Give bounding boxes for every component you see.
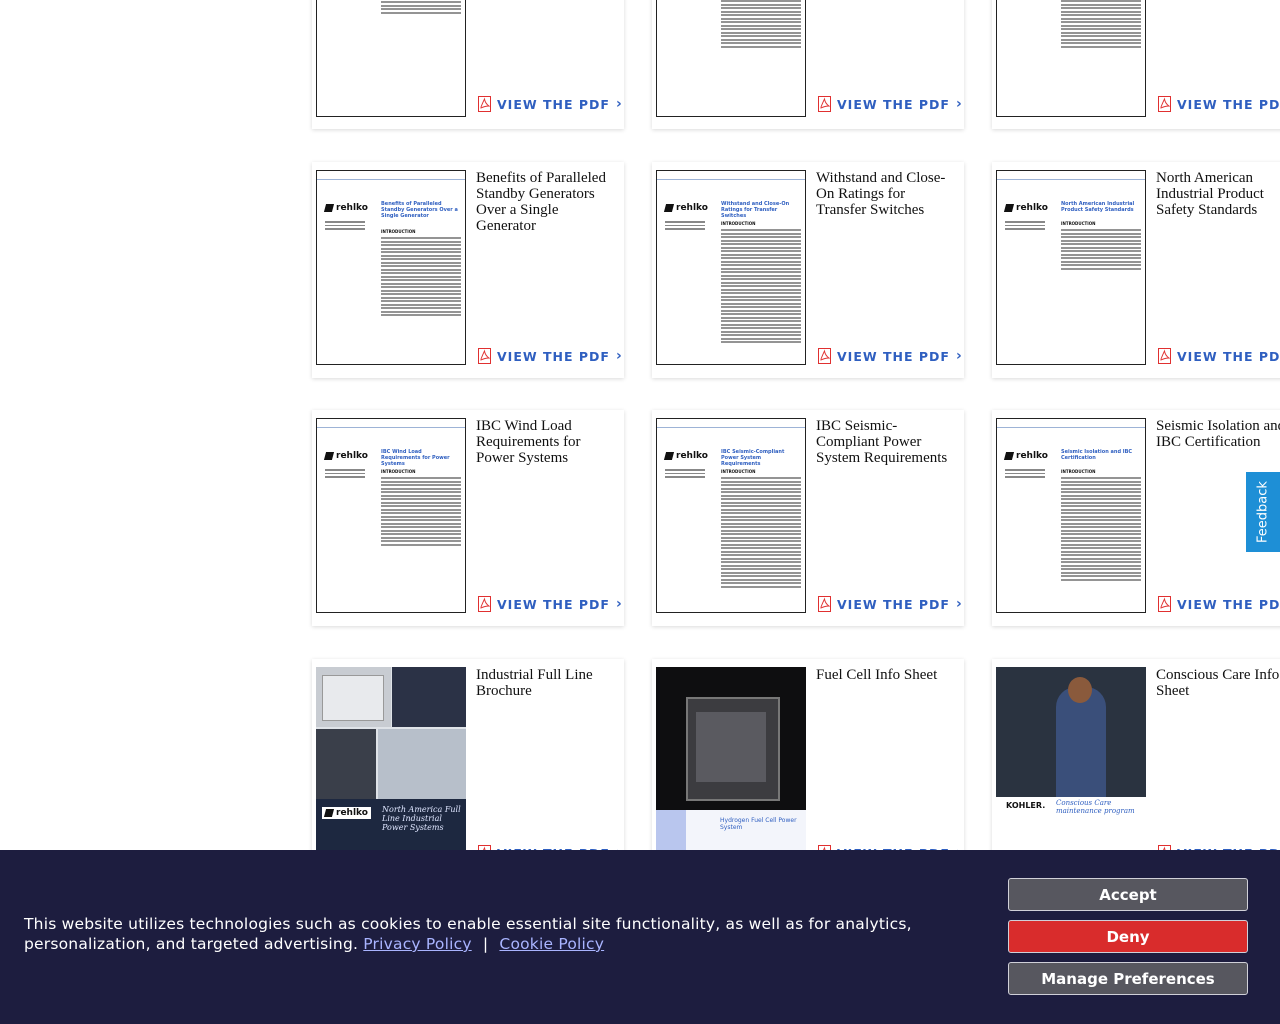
kohler-logo: KOHLER.	[1006, 801, 1046, 810]
pdf-file-icon	[478, 596, 491, 612]
pdf-file-icon	[478, 96, 491, 112]
resource-card: KOHLER. Conscious Care maintenance progr…	[992, 659, 1280, 875]
chevron-right-icon: ›	[955, 596, 963, 612]
resource-card: rehlko IBC Wind Load Requirements for Po…	[312, 410, 624, 626]
deny-button[interactable]: Deny	[1008, 920, 1248, 953]
resource-card: VIEW THE PDF ›	[992, 0, 1280, 129]
rehlko-logo: rehlko	[323, 203, 368, 213]
card-title[interactable]: North American Industrial Product Safety…	[1156, 170, 1280, 218]
document-thumbnail[interactable]: rehlko IBC Seismic-Compliant Power Syste…	[656, 418, 806, 613]
resource-card: rehlko Withstand and Close-On Ratings fo…	[652, 162, 964, 378]
rehlko-logo: rehlko	[663, 451, 708, 461]
rehlko-logo: rehlko	[1003, 451, 1048, 461]
chevron-right-icon: ›	[955, 348, 963, 364]
view-pdf-link[interactable]: VIEW THE PDF ›	[818, 96, 963, 112]
view-pdf-link[interactable]: VIEW THE PDF ›	[478, 596, 623, 612]
chevron-right-icon: ›	[955, 96, 963, 112]
card-title[interactable]: Conscious Care Info Sheet	[1156, 667, 1280, 699]
resource-card: rehlko North American Industrial Product…	[992, 162, 1280, 378]
document-thumbnail[interactable]: rehlko Withstand and Close-On Ratings fo…	[656, 170, 806, 365]
card-title[interactable]: Fuel Cell Info Sheet	[816, 667, 958, 683]
accept-button[interactable]: Accept	[1008, 878, 1248, 911]
pdf-file-icon	[818, 96, 831, 112]
document-thumbnail[interactable]	[316, 0, 466, 117]
document-thumbnail[interactable]	[656, 0, 806, 117]
manage-preferences-button[interactable]: Manage Preferences	[1008, 962, 1248, 995]
view-pdf-link[interactable]: VIEW THE PDF ›	[818, 596, 963, 612]
cookie-policy-link[interactable]: Cookie Policy	[499, 935, 604, 953]
document-thumbnail[interactable]: rehlko North American Industrial Product…	[996, 170, 1146, 365]
cookie-message: This website utilizes technologies such …	[24, 915, 912, 953]
card-title[interactable]: IBC Seismic-Compliant Power System Requi…	[816, 418, 958, 466]
view-pdf-link[interactable]: VIEW THE PDF ›	[1158, 348, 1280, 364]
card-title[interactable]: IBC Wind Load Requirements for Power Sys…	[476, 418, 618, 466]
resource-card: Hydrogen Fuel Cell Power System Fuel Cel…	[652, 659, 964, 875]
pdf-file-icon	[818, 596, 831, 612]
view-pdf-link[interactable]: VIEW THE PDF ›	[1158, 96, 1280, 112]
rehlko-logo: rehlko	[323, 451, 368, 461]
rehlko-logo: rehlko	[663, 203, 708, 213]
resource-card: VIEW THE PDF ›	[652, 0, 964, 129]
document-thumbnail[interactable]: rehlko Benefits of Paralleled Standby Ge…	[316, 170, 466, 365]
privacy-policy-link[interactable]: Privacy Policy	[363, 935, 471, 953]
document-thumbnail[interactable]: rehlko IBC Wind Load Requirements for Po…	[316, 418, 466, 613]
pdf-file-icon	[1158, 348, 1171, 364]
rehlko-logo: rehlko	[1003, 203, 1048, 213]
resource-card: rehlko Seismic Isolation and IBC Certifi…	[992, 410, 1280, 626]
resource-card: rehlko IBC Seismic-Compliant Power Syste…	[652, 410, 964, 626]
pdf-file-icon	[1158, 596, 1171, 612]
pdf-file-icon	[818, 348, 831, 364]
pdf-file-icon	[478, 348, 491, 364]
pdf-file-icon	[1158, 96, 1171, 112]
brochure-thumbnail[interactable]: rehlko North America Full Line Industria…	[316, 667, 466, 862]
brochure-thumbnail[interactable]: KOHLER. Conscious Care maintenance progr…	[996, 667, 1146, 862]
card-title[interactable]: Withstand and Close-On Ratings for Trans…	[816, 170, 958, 218]
resource-card: VIEW THE PDF ›	[312, 0, 624, 129]
card-title[interactable]: Industrial Full Line Brochure	[476, 667, 618, 699]
view-pdf-link[interactable]: VIEW THE PDF ›	[1158, 596, 1280, 612]
brochure-thumbnail[interactable]: Hydrogen Fuel Cell Power System	[656, 667, 806, 862]
resource-card: rehlko North America Full Line Industria…	[312, 659, 624, 875]
resource-card: rehlko Benefits of Paralleled Standby Ge…	[312, 162, 624, 378]
view-pdf-link[interactable]: VIEW THE PDF ›	[818, 348, 963, 364]
cookie-banner: This website utilizes technologies such …	[0, 850, 1280, 1024]
card-title[interactable]: Seismic Isolation and IBC Certification	[1156, 418, 1280, 450]
view-pdf-link[interactable]: VIEW THE PDF ›	[478, 348, 623, 364]
document-thumbnail[interactable]: rehlko Seismic Isolation and IBC Certifi…	[996, 418, 1146, 613]
document-thumbnail[interactable]	[996, 0, 1146, 117]
rehlko-logo: rehlko	[322, 807, 371, 819]
view-pdf-link[interactable]: VIEW THE PDF ›	[478, 96, 623, 112]
feedback-tab[interactable]: Feedback	[1246, 472, 1280, 552]
chevron-right-icon: ›	[615, 596, 623, 612]
card-title[interactable]: Benefits of Paralleled Standby Generator…	[476, 170, 618, 234]
chevron-right-icon: ›	[615, 96, 623, 112]
chevron-right-icon: ›	[615, 348, 623, 364]
